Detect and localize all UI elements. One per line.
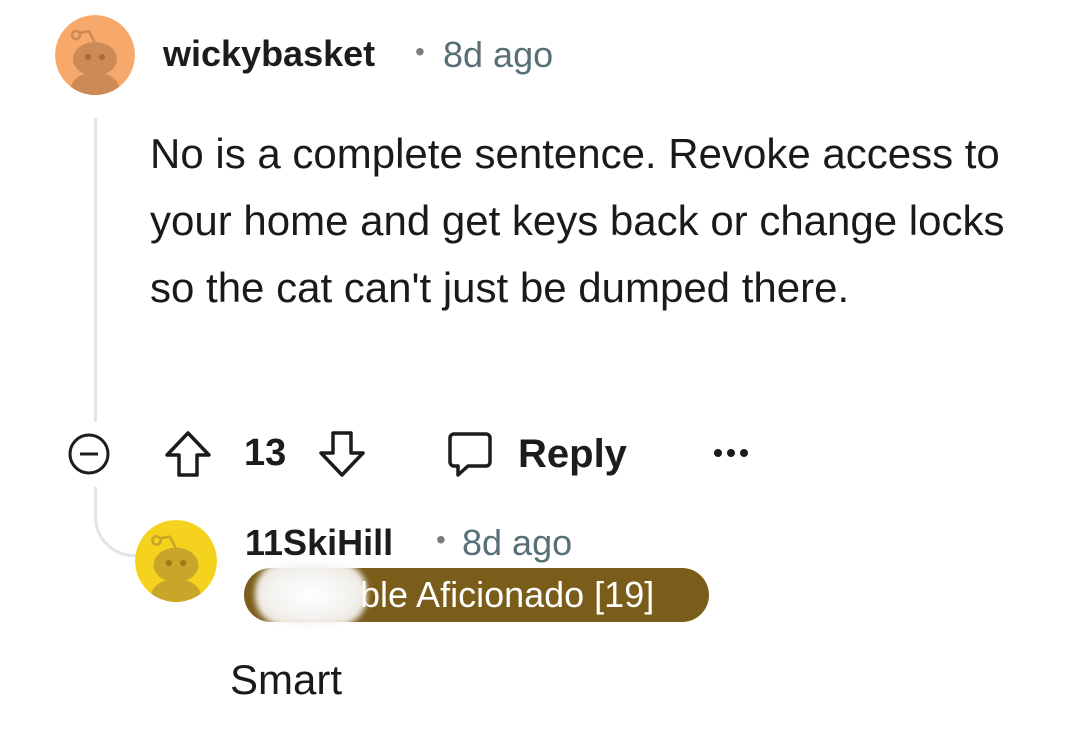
redaction-blur bbox=[255, 562, 367, 626]
collapse-minus-icon[interactable] bbox=[68, 433, 110, 475]
more-dots-icon[interactable] bbox=[712, 443, 750, 463]
speech-bubble-icon bbox=[448, 432, 492, 477]
upvote-arrow-icon[interactable] bbox=[162, 428, 214, 480]
comment-body: No is a complete sentence. Revoke access… bbox=[150, 130, 1005, 311]
reply-body: Smart bbox=[230, 656, 343, 703]
vote-count: 13 bbox=[244, 432, 287, 474]
reply-timestamp: 8d ago bbox=[462, 522, 573, 563]
thread-line bbox=[94, 118, 97, 422]
meta-separator: • bbox=[415, 36, 425, 67]
comment-author[interactable]: wickybasket bbox=[163, 33, 375, 75]
reply-button[interactable]: Reply bbox=[446, 428, 627, 480]
snoo-avatar-icon bbox=[55, 15, 135, 95]
user-flair-text: ble Aficionado [19] bbox=[360, 574, 655, 615]
commenter-avatar[interactable] bbox=[55, 15, 135, 95]
reply-avatar[interactable] bbox=[135, 520, 217, 602]
reply-label: Reply bbox=[518, 431, 627, 476]
downvote-arrow-icon[interactable] bbox=[316, 428, 368, 480]
meta-separator: • bbox=[436, 524, 446, 555]
reply-author[interactable]: 11SkiHill bbox=[245, 522, 393, 564]
comment-timestamp: 8d ago bbox=[443, 34, 554, 75]
reply-connector-line bbox=[94, 487, 142, 557]
snoo-avatar-icon bbox=[135, 520, 217, 602]
